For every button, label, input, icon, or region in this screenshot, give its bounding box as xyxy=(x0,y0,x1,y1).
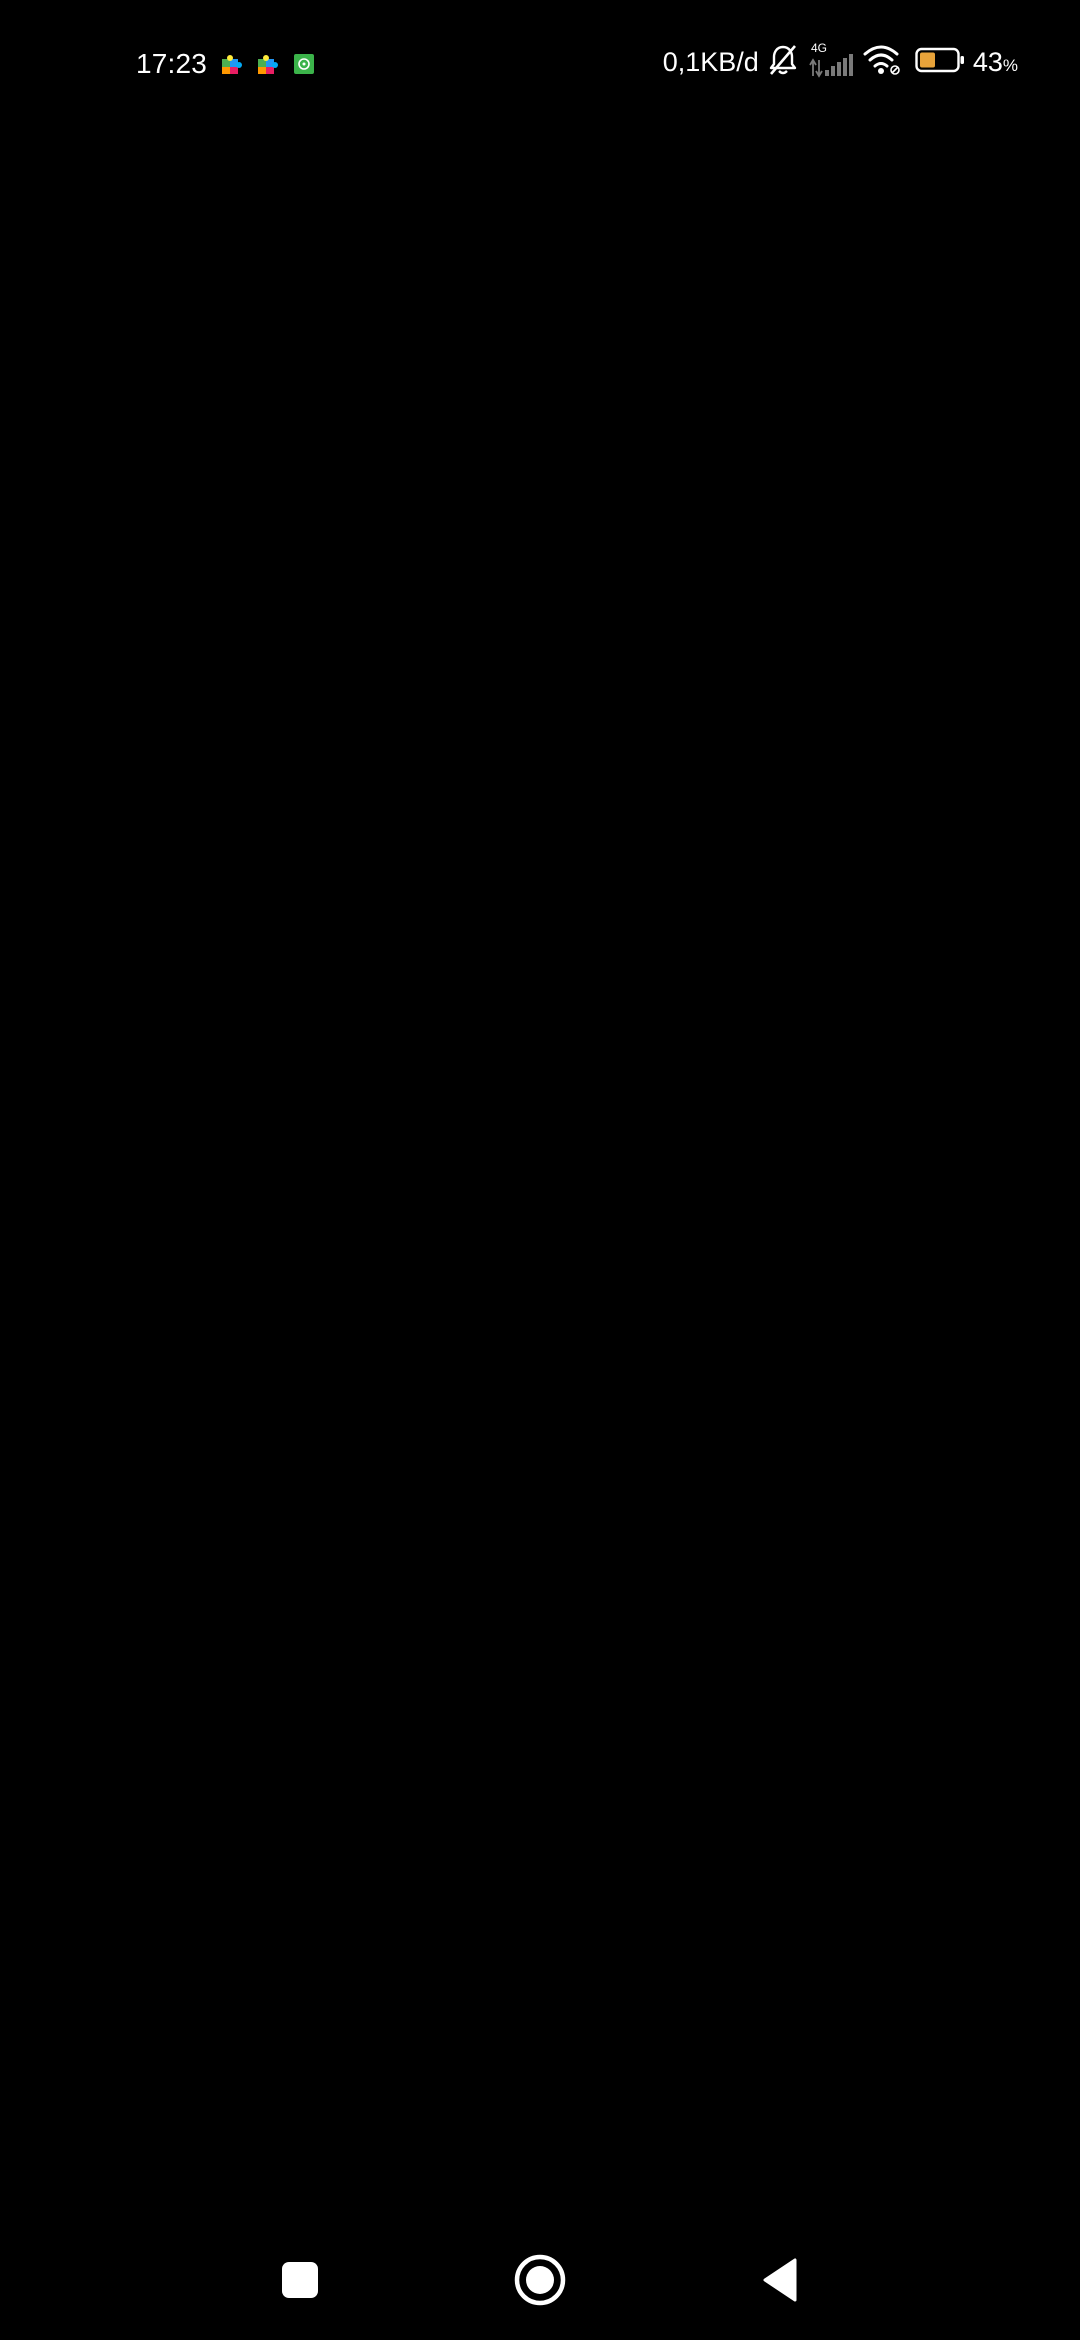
green-app-icon xyxy=(293,53,315,75)
triangle-back-icon xyxy=(763,2258,797,2302)
battery-level-fill xyxy=(919,52,935,68)
bell-off-icon xyxy=(767,43,799,81)
square-icon xyxy=(282,2262,318,2298)
battery-icon xyxy=(915,47,965,77)
battery-unit: % xyxy=(1002,55,1018,75)
home-button[interactable] xyxy=(508,2248,572,2312)
status-bar-left: 17:23 xyxy=(136,44,329,84)
status-bar-right: 0,1KB/d 4G 43% xyxy=(663,40,1018,84)
signal-4g-icon: 4G xyxy=(807,40,855,84)
network-type-label: 4G xyxy=(811,41,827,55)
battery-percentage: 43% xyxy=(973,47,1018,78)
clock: 17:23 xyxy=(136,48,208,79)
recents-button[interactable] xyxy=(268,2248,332,2312)
status-bar: 17:23 0,1KB/d 4G 43% xyxy=(0,0,1080,124)
back-button[interactable] xyxy=(748,2248,812,2312)
network-speed: 0,1KB/d xyxy=(662,46,759,77)
battery-value: 43 xyxy=(972,46,1003,77)
puzzle-app-icon xyxy=(257,53,279,75)
circle-icon xyxy=(514,2254,566,2306)
navigation-bar xyxy=(0,2220,1080,2340)
puzzle-app-icon xyxy=(221,53,243,75)
wifi-icon xyxy=(863,43,903,81)
